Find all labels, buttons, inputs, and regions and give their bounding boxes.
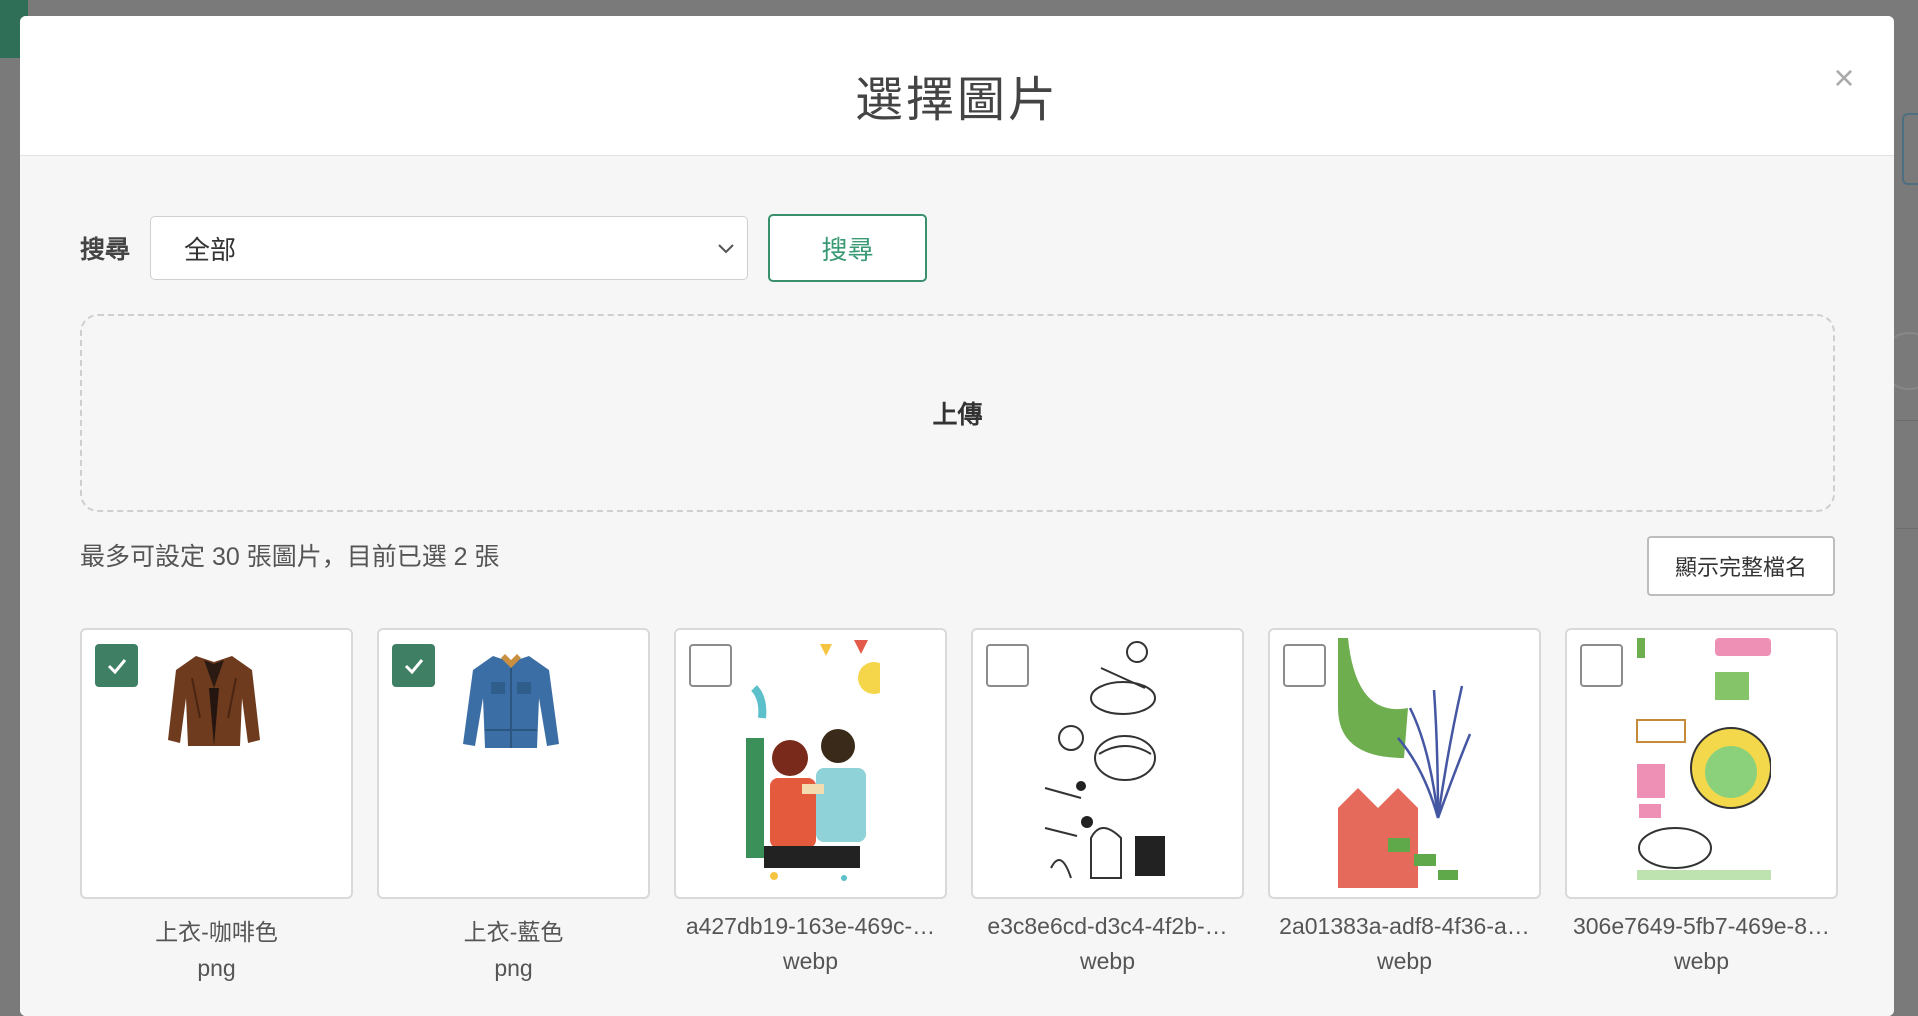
image-extension: webp xyxy=(783,948,838,974)
image-card: a427db19-163e-469c-… webp xyxy=(674,628,947,975)
upload-dropzone[interactable]: 上傳 xyxy=(80,314,1835,512)
search-button[interactable]: 搜尋 xyxy=(768,214,927,282)
image-checkbox[interactable] xyxy=(95,644,138,687)
image-checkbox[interactable] xyxy=(392,644,435,687)
image-filename: 306e7649-5fb7-469e-8… xyxy=(1572,913,1831,939)
image-checkbox[interactable] xyxy=(689,644,732,687)
image-checkbox[interactable] xyxy=(1283,644,1326,687)
image-filename: 上衣-咖啡色 xyxy=(155,919,278,945)
image-extension: png xyxy=(197,955,236,981)
image-checkbox[interactable] xyxy=(1580,644,1623,687)
brown-jacket-image xyxy=(168,656,260,746)
image-card: 306e7649-5fb7-469e-8… webp xyxy=(1565,628,1838,975)
party-illustration-image xyxy=(744,638,880,888)
image-checkbox[interactable] xyxy=(986,644,1029,687)
image-card: 2a01383a-adf8-4f36-a… webp xyxy=(1268,628,1541,975)
search-label: 搜尋 xyxy=(80,236,131,264)
image-thumbnail[interactable] xyxy=(377,628,650,899)
image-thumbnail[interactable] xyxy=(1268,628,1541,899)
image-filename: a427db19-163e-469c-… xyxy=(685,913,936,939)
image-extension: png xyxy=(494,955,533,981)
image-filename: e3c8e6cd-d3c4-4f2b-… xyxy=(987,913,1228,939)
background-button-fragment xyxy=(1902,113,1918,185)
select-image-modal: 選擇圖片 × 搜尋 全部 搜尋 上傳 最多可設定 30 張圖片，目前已選 2 張… xyxy=(20,16,1894,1016)
image-thumbnail[interactable] xyxy=(80,628,353,899)
search-row: 搜尋 全部 搜尋 xyxy=(80,214,927,282)
image-extension: webp xyxy=(1377,948,1432,974)
close-icon[interactable]: × xyxy=(1824,58,1864,98)
sticker-collage-image xyxy=(1635,638,1771,888)
denim-jacket-image xyxy=(463,654,559,748)
modal-body: 搜尋 全部 搜尋 上傳 最多可設定 30 張圖片，目前已選 2 張 顯示完整檔名 xyxy=(20,156,1894,1016)
image-card: e3c8e6cd-d3c4-4f2b-… webp xyxy=(971,628,1244,975)
upload-label: 上傳 xyxy=(932,401,983,429)
image-filename: 上衣-藍色 xyxy=(463,919,564,945)
selection-info-text: 最多可設定 30 張圖片，目前已選 2 張 xyxy=(80,543,500,571)
check-icon xyxy=(107,659,127,675)
background-divider xyxy=(1896,528,1918,529)
category-select-value: 全部 xyxy=(184,234,237,265)
image-card: 上衣-咖啡色 png xyxy=(80,628,353,982)
abstract-leaf-image xyxy=(1338,638,1474,888)
chevron-down-icon xyxy=(718,244,734,254)
modal-header: 選擇圖片 × xyxy=(20,16,1894,156)
image-thumbnail[interactable] xyxy=(1565,628,1838,899)
category-select[interactable]: 全部 xyxy=(150,216,748,280)
background-divider xyxy=(1896,420,1918,421)
show-full-filename-button[interactable]: 顯示完整檔名 xyxy=(1647,536,1835,596)
modal-title: 選擇圖片 xyxy=(854,74,1059,127)
doodle-illustration-image xyxy=(1041,638,1177,888)
check-icon xyxy=(404,659,424,675)
image-filename: 2a01383a-adf8-4f36-a… xyxy=(1279,913,1530,939)
image-extension: webp xyxy=(1080,948,1135,974)
image-thumbnail[interactable] xyxy=(674,628,947,899)
image-extension: webp xyxy=(1674,948,1729,974)
image-thumbnail[interactable] xyxy=(971,628,1244,899)
image-card: 上衣-藍色 png xyxy=(377,628,650,982)
